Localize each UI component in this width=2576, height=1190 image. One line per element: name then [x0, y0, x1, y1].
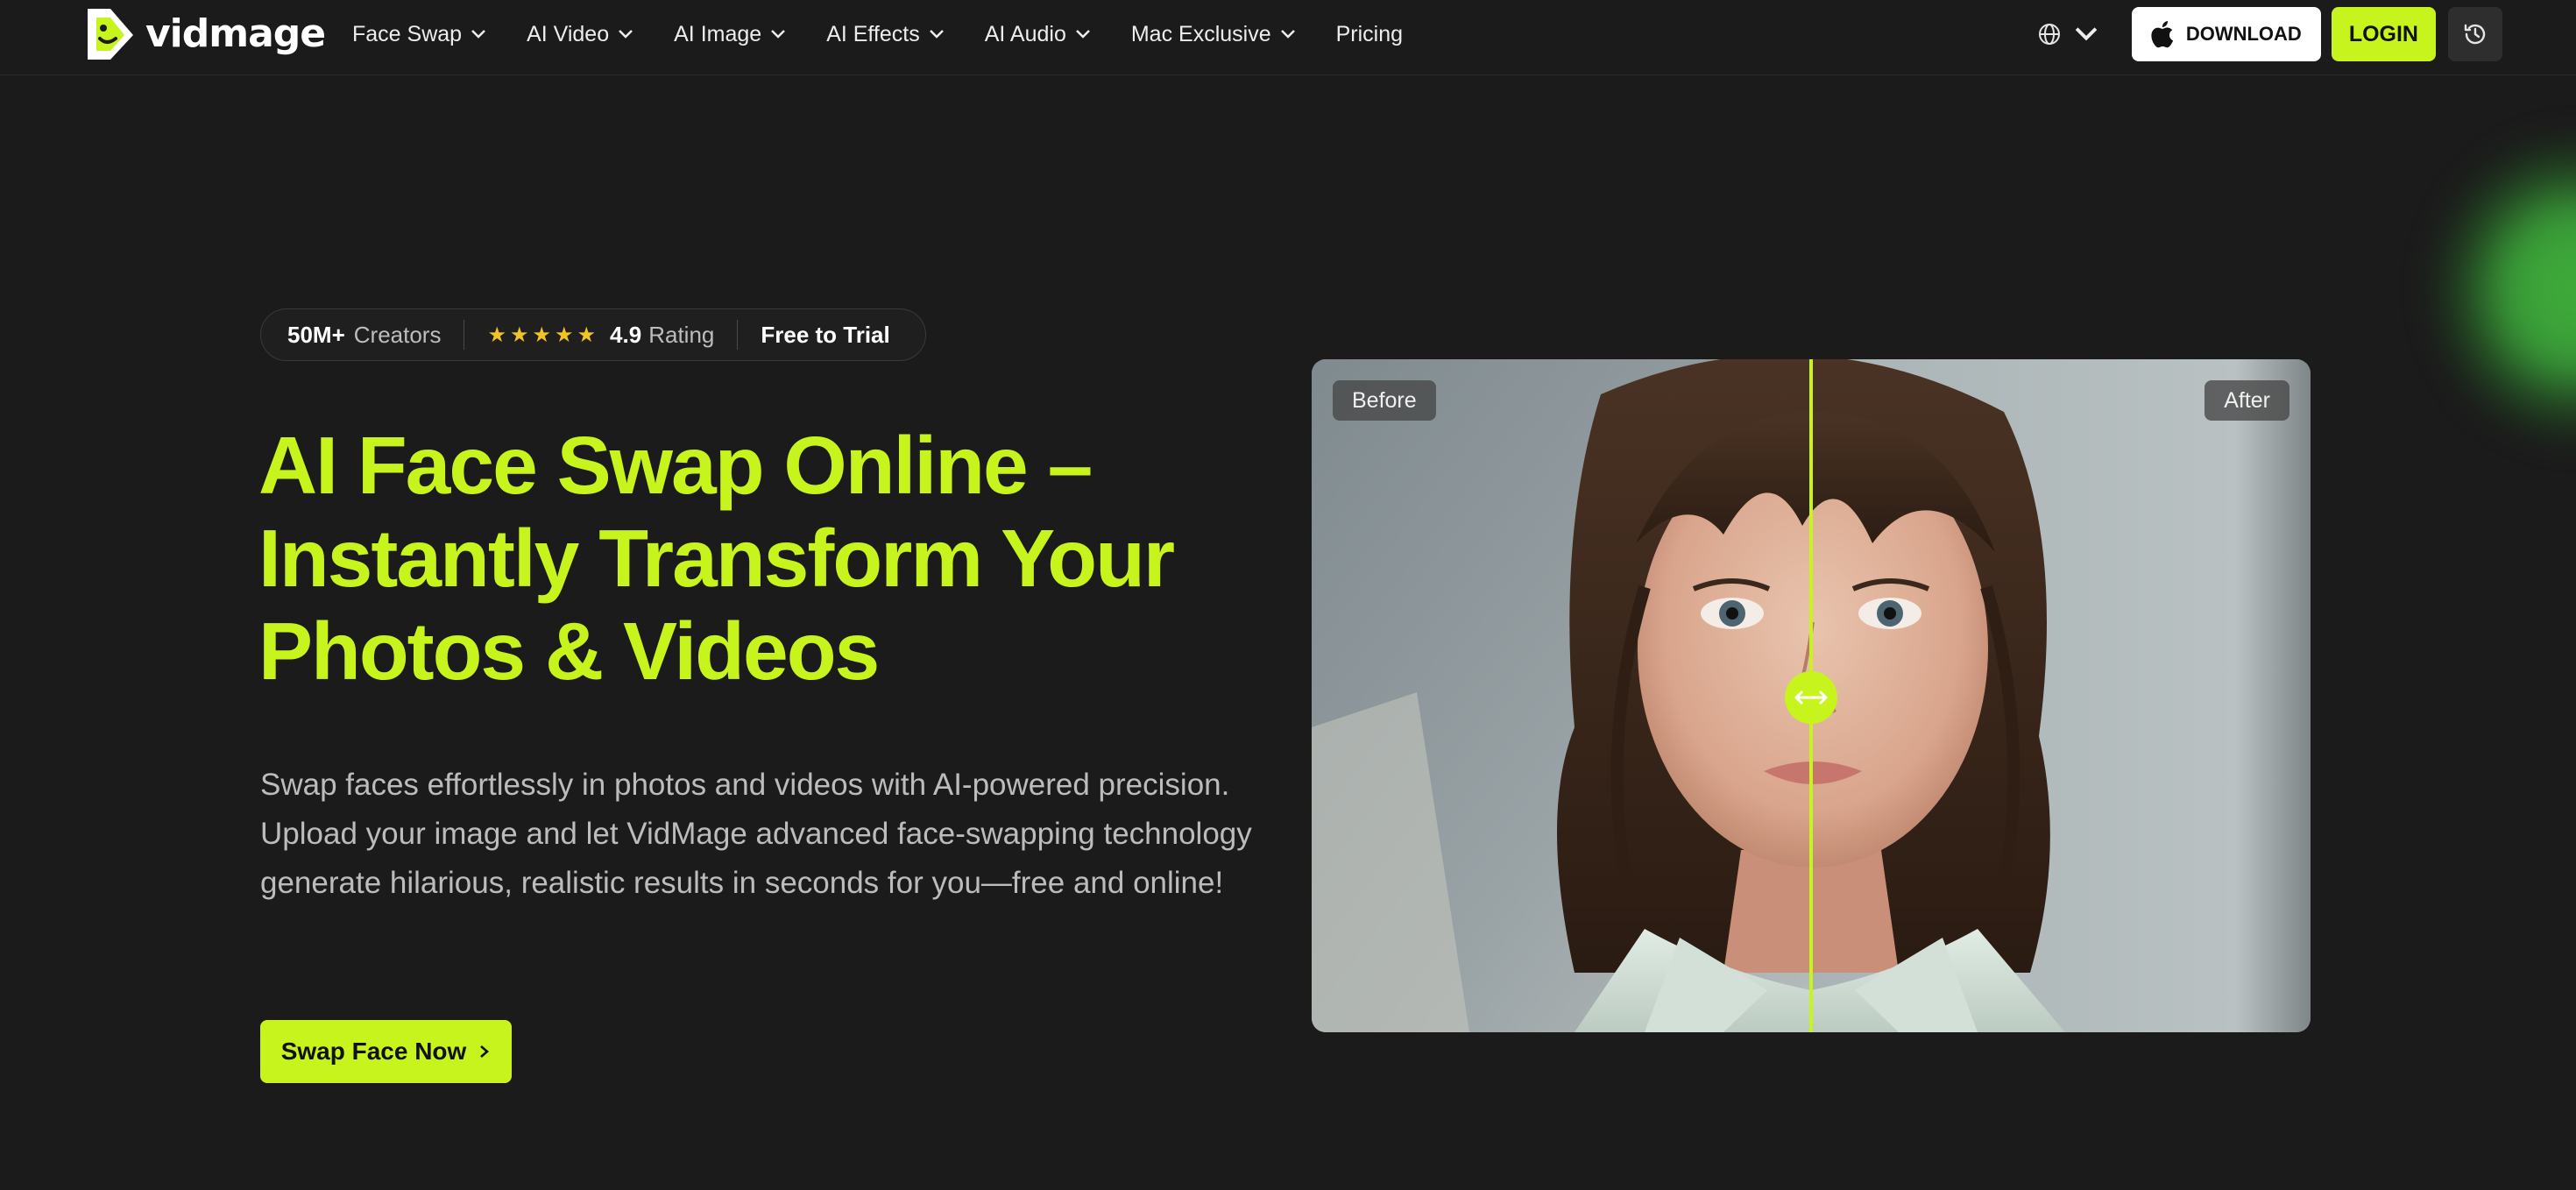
login-button[interactable]: LOGIN: [2331, 7, 2436, 61]
nav-item-label: AI Effects: [826, 21, 920, 46]
nav-item-ai-audio[interactable]: AI Audio: [985, 22, 1091, 47]
logo-text: vidmage: [145, 11, 326, 56]
hero-title-line: AI Face Swap Online –: [258, 420, 1093, 511]
stats-badge: 50M+ Creators ★★★★★ 4.9 Rating Free to T…: [260, 308, 926, 361]
nav-item-mac-exclusive[interactable]: Mac Exclusive: [1131, 22, 1296, 47]
history-button[interactable]: [2448, 7, 2502, 61]
logo-icon: [88, 9, 133, 60]
globe-icon: [2038, 24, 2060, 45]
nav-item-label: Face Swap: [352, 21, 463, 46]
history-icon: [2464, 24, 2486, 45]
nav-item-ai-image[interactable]: AI Image: [674, 22, 786, 47]
trial-label: Free to Trial: [761, 321, 890, 348]
nav-item-pricing[interactable]: Pricing: [1336, 22, 1403, 47]
nav-item-ai-effects[interactable]: AI Effects: [826, 22, 945, 47]
before-label: Before: [1333, 380, 1436, 421]
chevron-down-icon: [2075, 27, 2098, 41]
chevron-right-icon: [480, 1045, 490, 1058]
nav-item-label: AI Video: [527, 21, 610, 46]
nav-item-label: Pricing: [1335, 21, 1404, 46]
chevron-down-icon: [1075, 30, 1090, 39]
badge-divider: [737, 320, 739, 350]
hero-title-line: Photos & Videos: [258, 606, 880, 697]
nav-item-label: Mac Exclusive: [1130, 21, 1271, 46]
nav-actions: DOWNLOAD LOGIN: [2037, 7, 2502, 61]
decorative-glow: [2427, 131, 2576, 447]
nav-item-face-swap[interactable]: Face Swap: [352, 22, 486, 47]
arrows-horizontal-icon: [1794, 690, 1829, 705]
main-menu: Face Swap AI Video AI Image AI Effects A…: [352, 0, 1443, 68]
language-selector[interactable]: [2037, 22, 2098, 46]
download-button[interactable]: DOWNLOAD: [2131, 7, 2321, 61]
hero-title: AI Face Swap Online – Instantly Transfor…: [258, 419, 1266, 698]
hero-description: Swap faces effortlessly in photos and vi…: [260, 768, 1252, 900]
star-rating-icon: ★★★★★: [487, 322, 600, 347]
comparison-slider-handle[interactable]: [1785, 671, 1837, 724]
chevron-down-icon: [471, 30, 485, 39]
page: vidmage Face Swap AI Video AI Image AI E…: [0, 0, 2576, 1190]
chevron-down-icon: [771, 30, 786, 39]
download-button-label: DOWNLOAD: [2185, 23, 2302, 45]
logo[interactable]: vidmage: [84, 5, 326, 61]
nav-item-label: AI Image: [674, 21, 762, 46]
hero-title-line: Instantly Transform Your: [258, 513, 1175, 604]
top-navigation: vidmage Face Swap AI Video AI Image AI E…: [0, 0, 2576, 75]
swap-face-now-button[interactable]: Swap Face Now: [260, 1020, 512, 1083]
creators-label: Creators: [353, 321, 442, 348]
creators-count: 50M+: [287, 321, 345, 348]
before-after-comparison[interactable]: Before After: [1312, 359, 2311, 1032]
rating-label: Rating: [648, 321, 715, 348]
chevron-down-icon: [1280, 30, 1295, 39]
nav-item-label: AI Audio: [984, 21, 1066, 46]
cta-label: Swap Face Now: [280, 1038, 467, 1065]
after-label: After: [2204, 380, 2289, 421]
chevron-down-icon: [619, 30, 633, 39]
login-button-label: LOGIN: [2348, 21, 2418, 46]
nav-item-ai-video[interactable]: AI Video: [527, 22, 633, 47]
rating-value: 4.9: [610, 321, 642, 348]
apple-icon: [2151, 21, 2173, 48]
chevron-down-icon: [929, 30, 944, 39]
